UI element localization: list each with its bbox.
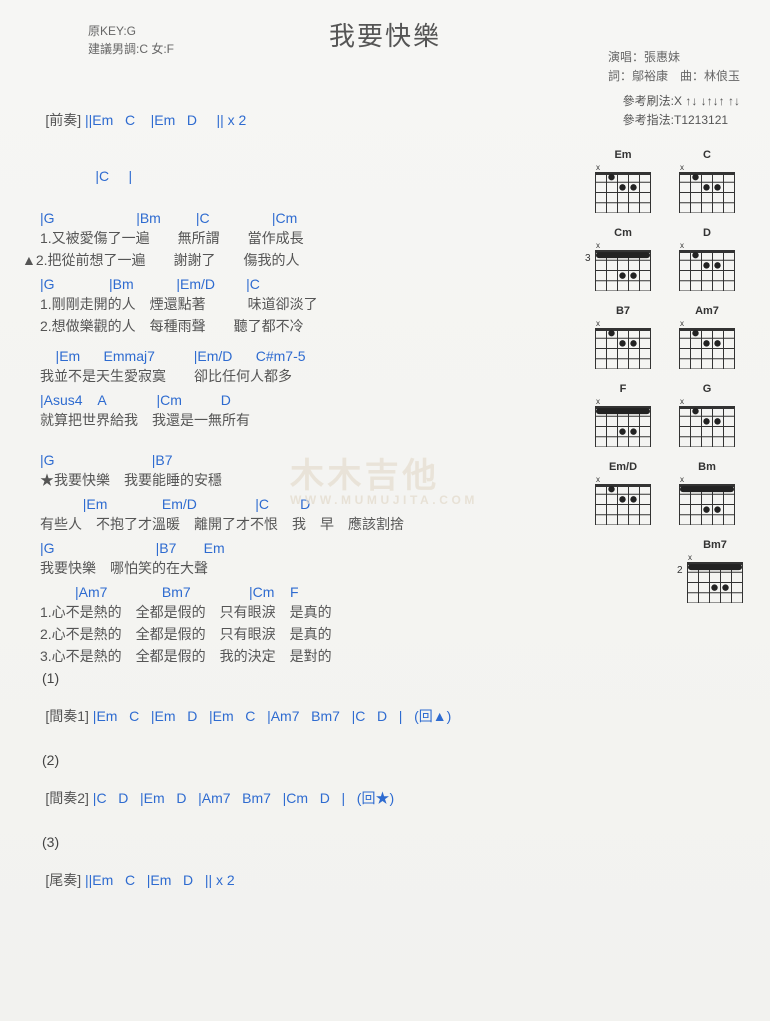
chord-diagram-label: D <box>676 227 738 239</box>
pre-lyric-2: 就算把世界給我 我還是一無所有 <box>40 410 578 430</box>
intro-chords-2: |C | <box>95 168 132 184</box>
verse-lyric-2b: 2.想做樂觀的人 每種雨聲 聽了都不冷 <box>40 316 578 336</box>
pre-chords-1: |Em Emmaj7 |Em/D C#m7-5 <box>40 348 306 364</box>
svg-text:x: x <box>596 397 600 406</box>
strum-pattern: 參考刷法:X ↑↓ ↓↑↓↑ ↑↓ <box>623 92 740 111</box>
fretboard-icon: x <box>679 319 735 369</box>
chord-diagram-label: C <box>676 149 738 161</box>
chorus-chords-1: |G |B7 <box>40 452 173 468</box>
svg-text:x: x <box>680 241 684 250</box>
verse-lyric-1a: 1.又被愛傷了一遍 無所謂 當作成長 <box>40 228 578 248</box>
tag-2: (2) <box>42 752 578 768</box>
lyrics-column: [前奏] ||Em C |Em D || x 2 |C | |G |Bm |C … <box>18 94 578 906</box>
fretboard-icon: x <box>595 319 651 369</box>
suggested-key: 建議男調:C 女:F <box>88 40 174 58</box>
chord-diagram-g: Gx <box>676 383 738 447</box>
chorus-lyric-4a: 1.心不是熱的 全都是假的 只有眼淚 是真的 <box>40 602 578 622</box>
chorus-chords-3: |G |B7 Em <box>40 540 225 556</box>
fret-number: 3 <box>585 253 591 264</box>
chorus-lyric-3: 我要快樂 哪怕笑的在大聲 <box>40 558 578 578</box>
pattern-block: 參考刷法:X ↑↓ ↓↑↓↑ ↑↓ 參考指法:T1213121 <box>623 92 740 130</box>
chord-diagram-label: Cm <box>592 227 654 239</box>
inter1-chords: |Em C |Em D |Em C |Am7 Bm7 |C D | (回▲) <box>89 708 451 724</box>
fretboard-icon: x <box>595 475 651 525</box>
verse-lyric-2a: 1.剛剛走開的人 煙還點著 味道卻淡了 <box>40 294 578 314</box>
tag-1: (1) <box>42 670 578 686</box>
chorus-lyric-4b: 2.心不是熱的 全都是假的 只有眼淚 是真的 <box>40 624 578 644</box>
outro-label: [尾奏] <box>45 872 81 888</box>
verse-chords-1: |G |Bm |C |Cm <box>40 210 297 226</box>
verse-chords-2: |G |Bm |Em/D |C <box>40 276 260 292</box>
chord-diagram-d: Dx <box>676 227 738 291</box>
verse-lyric-1b: ▲2.把從前想了一遍 謝謝了 傷我的人 <box>22 250 578 270</box>
svg-text:x: x <box>688 553 692 562</box>
chord-diagram-label: Bm7 <box>684 539 746 551</box>
chord-diagram-em: Em x <box>592 149 654 213</box>
svg-text:x: x <box>680 397 684 406</box>
chord-diagram-label: Bm <box>676 461 738 473</box>
chord-diagram-label: Em <box>592 149 654 161</box>
svg-text:x: x <box>680 163 684 172</box>
chord-diagram-cm: Cm x3 <box>592 227 654 291</box>
fretboard-icon: x <box>679 163 735 213</box>
chord-diagram-b7: B7 x <box>592 305 654 369</box>
intro-label: [前奏] <box>45 112 81 128</box>
fretboard-icon: x <box>679 241 735 291</box>
chorus-chords-2: |Em Em/D |C D <box>40 496 310 512</box>
chord-diagram-f: Fx <box>592 383 654 447</box>
svg-text:x: x <box>680 319 684 328</box>
singer-label: 演唱：張惠妹 <box>608 48 740 67</box>
chord-diagram-label: Em/D <box>592 461 654 473</box>
chord-diagram-c: Cx <box>676 149 738 213</box>
chord-diagram-bm7: Bm7 x2 <box>684 539 746 603</box>
pre-lyric-1: 我並不是天生愛寂寞 卻比任何人都多 <box>40 366 578 386</box>
finger-pattern: 參考指法:T1213121 <box>623 111 740 130</box>
fret-number: 2 <box>677 565 683 576</box>
chord-diagram-label: F <box>592 383 654 395</box>
chord-diagram-label: G <box>676 383 738 395</box>
svg-text:x: x <box>596 241 600 250</box>
chord-diagram-bm: Bm x <box>676 461 738 525</box>
key-meta: 原KEY:G 建議男調:C 女:F <box>88 22 174 58</box>
intro-chords-1: ||Em C |Em D || x 2 <box>85 112 246 128</box>
chord-diagram-label: B7 <box>592 305 654 317</box>
svg-text:x: x <box>596 475 600 484</box>
credits-label: 詞：鄔裕康 曲：林俍玉 <box>608 67 740 86</box>
chorus-lyric-1: ★我要快樂 我要能睡的安穩 <box>40 470 578 490</box>
tag-3: (3) <box>42 834 578 850</box>
chord-diagram-am7: Am7 x <box>676 305 738 369</box>
fretboard-icon: x <box>595 163 651 213</box>
chorus-chords-4: |Am7 Bm7 |Cm F <box>40 584 299 600</box>
original-key: 原KEY:G <box>88 22 174 40</box>
credits-block: 演唱：張惠妹 詞：鄔裕康 曲：林俍玉 <box>608 48 740 86</box>
inter1-label: [間奏1] <box>45 708 89 724</box>
outro-chords: ||Em C |Em D || x 2 <box>81 872 235 888</box>
pre-chords-2: |Asus4 A |Cm D <box>40 392 231 408</box>
fretboard-icon: x <box>595 397 651 447</box>
svg-text:x: x <box>680 475 684 484</box>
svg-text:x: x <box>596 319 600 328</box>
chord-diagram-emd: Em/D x <box>592 461 654 525</box>
svg-text:x: x <box>596 163 600 172</box>
chord-diagram-label: Am7 <box>676 305 738 317</box>
fretboard-icon: x <box>679 475 735 525</box>
chorus-lyric-4c: 3.心不是熱的 全都是假的 我的決定 是對的 <box>40 646 578 666</box>
fretboard-icon: x2 <box>687 553 743 603</box>
inter2-chords: |C D |Em D |Am7 Bm7 |Cm D | (回★) <box>89 790 394 806</box>
fretboard-icon: x3 <box>595 241 651 291</box>
fretboard-icon: x <box>679 397 735 447</box>
inter2-label: [間奏2] <box>45 790 89 806</box>
chorus-lyric-2: 有些人 不抱了才溫暖 離開了才不恨 我 早 應該割捨 <box>40 514 578 534</box>
chord-diagrams: EmxCxCmx3DxB7xAm7xFxGxEm/DxBmxBm7x2 <box>592 149 752 617</box>
